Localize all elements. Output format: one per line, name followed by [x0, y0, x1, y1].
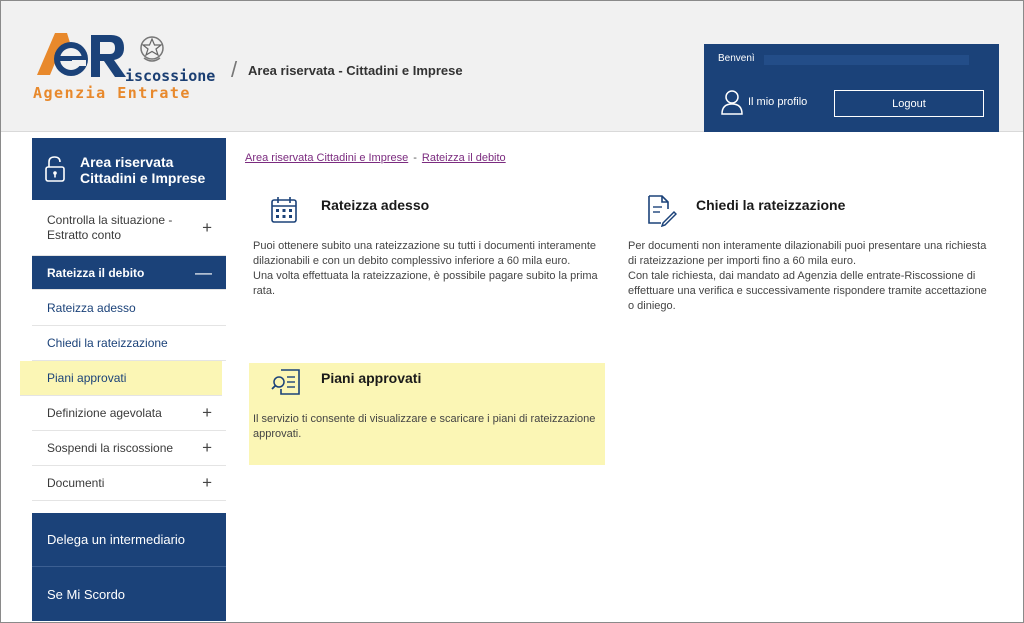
profile-label: Il mio profilo — [748, 96, 808, 108]
sidebar-item-label-line2: Estratto conto — [47, 227, 122, 242]
republic-emblem-icon — [140, 36, 164, 62]
sidebar-heading-line1: Area riservata — [80, 154, 174, 170]
sidebar-item-rateizza-debito[interactable]: Rateizza il debito — — [32, 256, 226, 290]
user-box: Benvenì Il mio profilo Logout — [704, 44, 999, 132]
sidebar-heading-line2: Cittadini e Imprese — [80, 170, 206, 186]
breadcrumb-separator: - — [413, 152, 417, 164]
document-edit-icon — [648, 195, 677, 227]
breadcrumb-link-rateizza[interactable]: Rateizza il debito — [422, 152, 506, 164]
expand-plus-icon[interactable]: + — [202, 403, 212, 423]
sidebar-item-rateizza-adesso[interactable]: Rateizza adesso — [32, 290, 226, 326]
sidebar-item-sospendi-riscossione[interactable]: Sospendi la riscossione + — [32, 431, 226, 466]
sidebar-divider — [32, 501, 226, 513]
card-description-p1: Puoi ottenere subito una rateizzazione s… — [253, 240, 597, 267]
sidebar-item-chiedi-rateizzazione[interactable]: Chiedi la rateizzazione — [32, 326, 226, 361]
sidebar-item-label: Documenti — [47, 476, 105, 490]
sidebar-item-controlla[interactable]: Controlla la situazione - Estratto conto… — [32, 200, 226, 256]
sidebar-heading[interactable]: Area riservata Cittadini e Imprese — [32, 138, 226, 200]
breadcrumb-link-area-riservata[interactable]: Area riservata Cittadini e Imprese — [245, 152, 408, 164]
card-description-p2: Con tale richiesta, dai mandato ad Agenz… — [628, 270, 987, 312]
card-title[interactable]: Piani approvati — [321, 370, 421, 386]
sidebar-se-mi-scordo[interactable]: Se Mi Scordo — [32, 567, 226, 621]
expand-plus-icon[interactable]: + — [202, 219, 212, 236]
card-description-p1: Per documenti non interamente dilazionab… — [628, 240, 987, 267]
breadcrumb: Area riservata Cittadini e Imprese - Ratei… — [245, 152, 506, 164]
card-title[interactable]: Rateizza adesso — [321, 197, 429, 213]
sidebar-item-label: Piani approvati — [47, 371, 127, 385]
sidebar-item-label: Rateizza il debito — [47, 265, 145, 280]
expand-plus-icon[interactable]: + — [202, 438, 212, 458]
logout-button[interactable]: Logout — [834, 90, 984, 117]
card-title[interactable]: Chiedi la rateizzazione — [696, 197, 845, 213]
sidebar-item-label: Chiedi la rateizzazione — [47, 336, 168, 350]
user-name-redacted — [764, 55, 969, 65]
profile-link[interactable]: Il mio profilo — [720, 89, 807, 115]
sidebar-heading-title: Area riservata Cittadini e Imprese — [80, 154, 205, 186]
ader-logo[interactable]: iscossione Agenzia Entrate — [31, 29, 226, 104]
card-description: Per documenti non interamente dilazionab… — [628, 239, 994, 314]
welcome-label: Benvenì — [718, 53, 755, 64]
sidebar-item-label: Sospendi la riscossione — [47, 441, 174, 455]
header: iscossione Agenzia Entrate / Area riserv… — [1, 1, 1023, 132]
collapse-minus-icon[interactable]: — — [195, 263, 212, 283]
header-separator: / — [231, 57, 238, 82]
unlock-icon — [45, 156, 65, 182]
expand-plus-icon[interactable]: + — [202, 473, 212, 493]
user-icon — [721, 90, 743, 115]
sidebar-item-piani-approvati[interactable]: Piani approvati — [20, 361, 222, 396]
sidebar: Area riservata Cittadini e Imprese Contr… — [20, 138, 226, 621]
card-description: Il servizio ti consente di visualizzare … — [253, 413, 596, 440]
page-title[interactable]: Area riservata - Cittadini e Imprese — [248, 63, 463, 78]
document-search-icon — [271, 369, 300, 395]
card-description: Puoi ottenere subito una rateizzazione s… — [253, 239, 607, 299]
card-description-p2: Una volta effettuata la rateizzazione, è… — [253, 270, 598, 297]
sidebar-delega-intermediario[interactable]: Delega un intermediario — [32, 513, 226, 567]
logo-text-riscossione: iscossione — [125, 67, 216, 85]
sidebar-item-label: Controlla la situazione - Estratto conto — [47, 213, 172, 243]
card-chiedi-rateizzazione[interactable]: Chiedi la rateizzazione Per documenti no… — [625, 187, 995, 327]
sidebar-item-label-line1: Controlla la situazione - — [47, 212, 173, 227]
calendar-icon — [271, 197, 297, 223]
logo-text-agenzia: Agenzia Entrate — [33, 84, 191, 102]
card-rateizza-adesso[interactable]: Rateizza adesso Puoi ottenere subito una… — [249, 187, 605, 307]
sidebar-item-documenti[interactable]: Documenti + — [32, 466, 226, 501]
sidebar-item-label: Definizione agevolata — [47, 406, 162, 420]
sidebar-item-definizione-agevolata[interactable]: Definizione agevolata + — [32, 396, 226, 431]
sidebar-item-label: Rateizza adesso — [47, 300, 136, 315]
card-piani-approvati[interactable]: Piani approvati Il servizio ti consente … — [249, 363, 605, 465]
